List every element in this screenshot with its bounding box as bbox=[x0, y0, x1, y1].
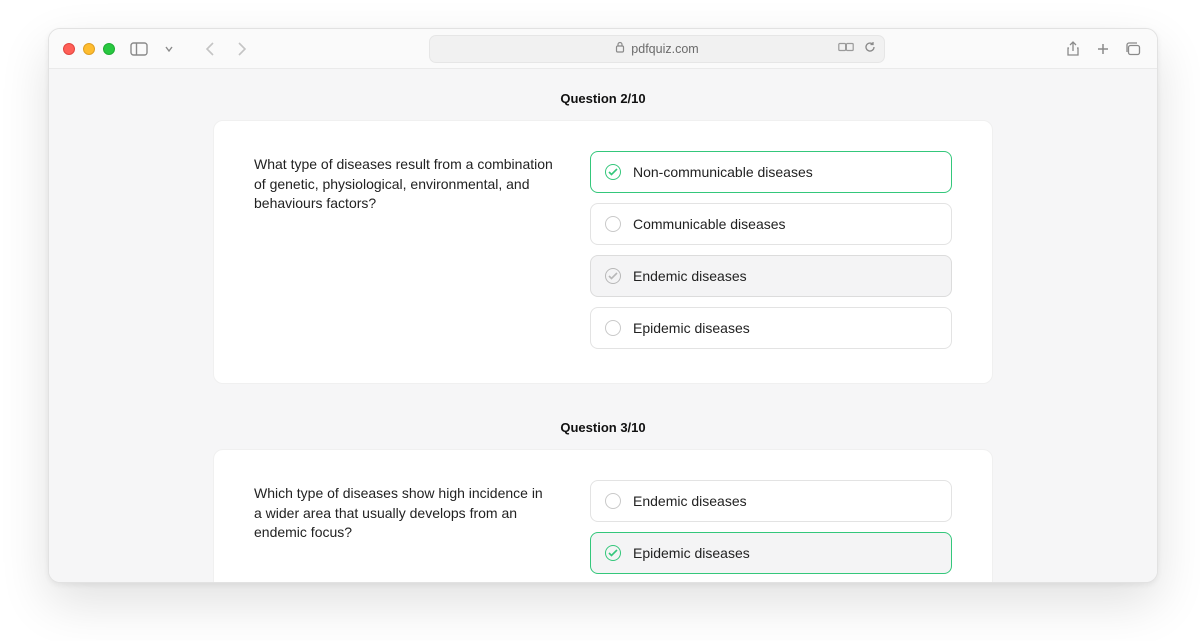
sidebar-menu-chevron-icon[interactable] bbox=[157, 39, 181, 59]
url-text: pdfquiz.com bbox=[631, 42, 698, 56]
back-button[interactable] bbox=[199, 39, 223, 59]
option-text: Endemic diseases bbox=[633, 268, 747, 284]
minimize-window-button[interactable] bbox=[83, 43, 95, 55]
option-text: Epidemic diseases bbox=[633, 320, 750, 336]
page-content[interactable]: Question 2/10 What type of diseases resu… bbox=[49, 69, 1157, 582]
question-card: What type of diseases result from a comb… bbox=[213, 120, 993, 384]
radio-icon bbox=[605, 493, 621, 509]
new-tab-button[interactable] bbox=[1091, 39, 1115, 59]
option[interactable]: Non-communicable diseases bbox=[590, 151, 952, 193]
reader-mode-icon[interactable] bbox=[838, 41, 854, 56]
sidebar-toggle-button[interactable] bbox=[127, 39, 151, 59]
sidebar-controls bbox=[127, 39, 181, 59]
fullscreen-window-button[interactable] bbox=[103, 43, 115, 55]
share-button[interactable] bbox=[1061, 39, 1085, 59]
tabs-overview-button[interactable] bbox=[1121, 39, 1145, 59]
question-label: Question 3/10 bbox=[213, 420, 993, 435]
option[interactable]: Epidemic diseases bbox=[590, 532, 952, 574]
reload-button[interactable] bbox=[864, 41, 876, 56]
browser-window: pdfquiz.com bbox=[48, 28, 1158, 583]
right-toolbar bbox=[1061, 39, 1145, 59]
lock-icon bbox=[615, 41, 625, 56]
nav-controls bbox=[199, 39, 253, 59]
option-text: Communicable diseases bbox=[633, 216, 786, 232]
question-prompt: What type of diseases result from a comb… bbox=[254, 151, 554, 349]
close-window-button[interactable] bbox=[63, 43, 75, 55]
question-prompt: Which type of diseases show high inciden… bbox=[254, 480, 554, 582]
titlebar: pdfquiz.com bbox=[49, 29, 1157, 69]
check-icon bbox=[605, 268, 621, 284]
address-bar[interactable]: pdfquiz.com bbox=[429, 35, 885, 63]
option[interactable]: Communicable diseases bbox=[590, 203, 952, 245]
traffic-lights bbox=[61, 43, 115, 55]
option[interactable]: Endemic diseases bbox=[590, 255, 952, 297]
option-text: Epidemic diseases bbox=[633, 545, 750, 561]
radio-icon bbox=[605, 320, 621, 336]
option[interactable]: Epidemic diseases bbox=[590, 307, 952, 349]
question-card: Which type of diseases show high inciden… bbox=[213, 449, 993, 582]
options-list: Non-communicable diseases Communicable d… bbox=[590, 151, 952, 349]
question-label: Question 2/10 bbox=[213, 91, 993, 106]
option[interactable]: Endemic diseases bbox=[590, 480, 952, 522]
option-text: Non-communicable diseases bbox=[633, 164, 813, 180]
page-inner: Question 2/10 What type of diseases resu… bbox=[213, 69, 993, 582]
check-icon bbox=[605, 545, 621, 561]
forward-button[interactable] bbox=[229, 39, 253, 59]
radio-icon bbox=[605, 216, 621, 232]
option-text: Endemic diseases bbox=[633, 493, 747, 509]
options-list: Endemic diseases Epidemic diseases Non-c… bbox=[590, 480, 952, 582]
check-icon bbox=[605, 164, 621, 180]
